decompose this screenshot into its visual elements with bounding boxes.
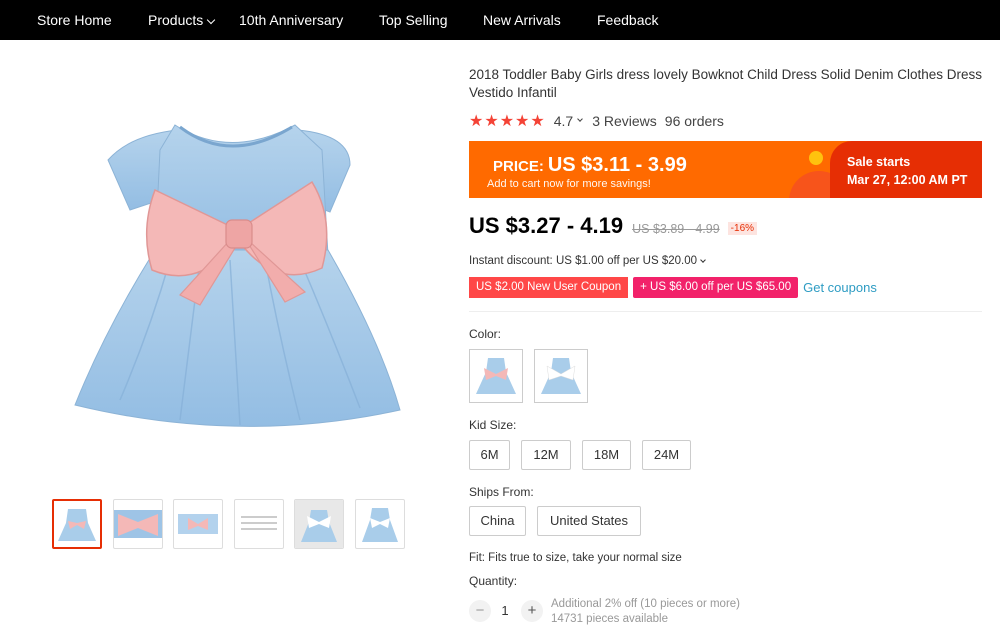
original-price: US $3.89 - 4.99 <box>632 222 720 236</box>
quantity-value[interactable]: 1 <box>493 600 517 622</box>
quantity-label: Quantity: <box>469 574 518 588</box>
thumbnail-6[interactable] <box>355 499 405 549</box>
promo-subtext: Add to cart now for more savings! <box>487 178 651 190</box>
color-label: Color: <box>469 327 502 341</box>
ships-from-united-states[interactable]: United States <box>537 506 641 536</box>
nav-products[interactable]: Products <box>148 12 216 28</box>
decorative-dot <box>809 151 823 165</box>
nav-feedback[interactable]: Feedback <box>597 12 658 28</box>
color-swatch-pink-bow[interactable] <box>469 349 523 403</box>
nav-new-arrivals[interactable]: New Arrivals <box>483 12 561 28</box>
get-coupons-link[interactable]: Get coupons <box>803 280 877 295</box>
new-user-coupon[interactable]: US $2.00 New User Coupon <box>465 277 632 298</box>
promo-price-block: PRICE: US $3.11 - 3.99 Add to cart now fo… <box>487 154 687 190</box>
store-coupon[interactable]: + US $6.00 off per US $65.00 <box>633 277 799 298</box>
orders-count: 96 orders <box>664 113 724 129</box>
size-label: Kid Size: <box>469 418 517 432</box>
quantity-increase-button[interactable]: + <box>521 600 543 622</box>
price-row: US $3.27 - 4.19 US $3.89 - 4.99 -16% <box>469 213 758 239</box>
promo-banner: PRICE: US $3.11 - 3.99 Add to cart now fo… <box>469 141 982 198</box>
instant-discount-text: Instant discount: US $1.00 off per US $2… <box>469 255 698 267</box>
chevron-down-icon <box>207 15 216 25</box>
quantity-notes: Additional 2% off (10 pieces or more) 14… <box>551 597 740 627</box>
star-icon: ★ <box>469 113 484 130</box>
nav-store-home[interactable]: Store Home <box>37 12 112 28</box>
current-price: US $3.27 - 4.19 <box>469 213 624 238</box>
color-swatch-white-bow[interactable] <box>534 349 588 403</box>
thumbnail-5[interactable] <box>294 499 344 549</box>
chevron-down-icon <box>577 116 584 122</box>
product-main-image[interactable] <box>60 90 440 460</box>
thumbnail-4[interactable] <box>234 499 284 549</box>
sale-start-time: Mar 27, 12:00 AM PT <box>847 173 968 187</box>
thumbnail-2[interactable] <box>113 499 163 549</box>
stock-available: 14731 pieces available <box>551 613 669 625</box>
store-nav-bar: Store Home Products 10th Anniversary Top… <box>0 0 1000 40</box>
fit-note: Fit: Fits true to size, take your normal… <box>469 552 682 564</box>
coupon-row: US $2.00 New User Coupon + US $6.00 off … <box>465 277 877 298</box>
star-icon: ★ <box>484 113 499 130</box>
ships-from-label: Ships From: <box>469 485 534 499</box>
discount-badge: -16% <box>727 222 758 235</box>
chevron-down-icon <box>700 257 706 263</box>
nav-products-label: Products <box>148 12 204 28</box>
thumbnail-3[interactable] <box>173 499 223 549</box>
ships-from-china[interactable]: China <box>469 506 526 536</box>
star-rating: ★ ★ ★ ★ ★ <box>469 111 546 131</box>
size-option-12m[interactable]: 12M <box>521 440 571 470</box>
nav-top-selling[interactable]: Top Selling <box>379 12 448 28</box>
instant-discount[interactable]: Instant discount: US $1.00 off per US $2… <box>469 255 706 267</box>
promo-price-label: PRICE: <box>493 158 544 175</box>
star-icon: ★ <box>499 113 515 130</box>
rating-value[interactable]: 4.7 <box>554 113 573 129</box>
bulk-discount-note: Additional 2% off (10 pieces or more) <box>551 598 740 610</box>
size-option-18m[interactable]: 18M <box>582 440 631 470</box>
star-icon: ★ <box>515 113 530 130</box>
sale-countdown: Sale starts Mar 27, 12:00 AM PT <box>830 141 982 198</box>
size-option-6m[interactable]: 6M <box>469 440 510 470</box>
rating-row: ★ ★ ★ ★ ★ 4.7 3 Reviews 96 orders <box>469 111 724 131</box>
promo-price: US $3.11 - 3.99 <box>547 154 687 176</box>
nav-10th-anniversary[interactable]: 10th Anniversary <box>239 12 343 28</box>
divider <box>469 311 982 312</box>
product-title: 2018 Toddler Baby Girls dress lovely Bow… <box>469 67 982 100</box>
size-option-24m[interactable]: 24M <box>642 440 691 470</box>
reviews-link[interactable]: 3 Reviews <box>592 113 657 129</box>
sale-starts-label: Sale starts <box>847 155 911 169</box>
star-icon: ★ <box>530 113 545 130</box>
dress-image <box>74 124 401 427</box>
thumbnail-1[interactable] <box>52 499 102 549</box>
quantity-decrease-button[interactable]: − <box>469 600 491 622</box>
